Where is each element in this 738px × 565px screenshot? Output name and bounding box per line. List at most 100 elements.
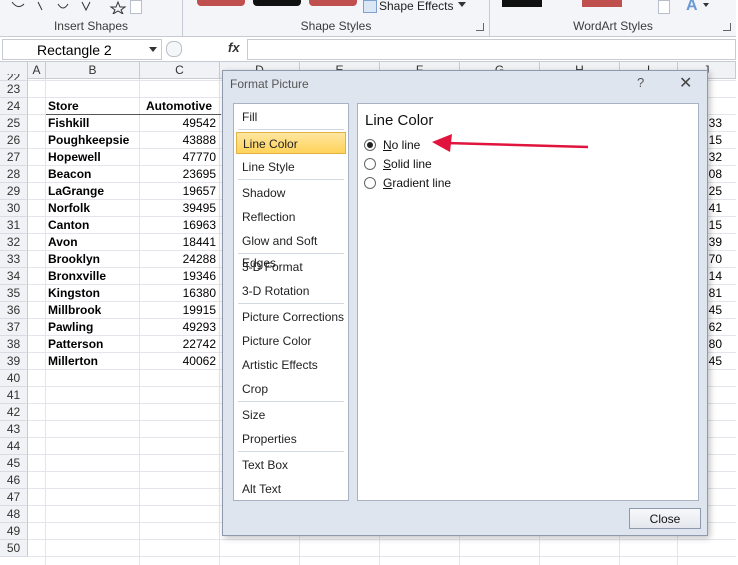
column-header-a[interactable]: A xyxy=(28,62,46,79)
clipped-value-cell[interactable]: 62 xyxy=(708,319,722,336)
store-cell[interactable]: Millbrook xyxy=(48,302,101,319)
automotive-cell[interactable]: 49542 xyxy=(140,115,216,132)
automotive-cell[interactable]: 22742 xyxy=(140,336,216,353)
clipped-value-cell[interactable]: 25 xyxy=(708,183,722,200)
clipped-value-cell[interactable]: 70 xyxy=(708,251,722,268)
nav-item-3-d-rotation[interactable]: 3-D Rotation xyxy=(236,280,346,302)
nav-item-size[interactable]: Size xyxy=(236,404,346,426)
store-cell[interactable]: Millerton xyxy=(48,353,98,370)
clipped-value-cell[interactable]: 15 xyxy=(708,132,722,149)
clipped-value-cell[interactable]: 33 xyxy=(708,115,722,132)
clipped-value-cell[interactable]: 81 xyxy=(708,285,722,302)
nav-item-alt-text[interactable]: Alt Text xyxy=(236,478,346,500)
row-header[interactable]: 35 xyxy=(0,285,28,302)
row-header[interactable]: 29 xyxy=(0,183,28,200)
no-line-radio[interactable] xyxy=(364,139,376,151)
row-header[interactable]: 36 xyxy=(0,302,28,319)
automotive-cell[interactable]: 18441 xyxy=(140,234,216,251)
shape-effects-button[interactable]: Shape Effects xyxy=(379,0,454,13)
clipped-value-cell[interactable]: 80 xyxy=(708,336,722,353)
clipped-value-cell[interactable]: 15 xyxy=(708,217,722,234)
row-header[interactable]: 40 xyxy=(0,370,28,387)
style-swatch-1[interactable] xyxy=(197,0,245,6)
row-header[interactable]: 22 xyxy=(0,74,28,81)
nav-item-3-d-format[interactable]: 3-D Format xyxy=(236,256,346,278)
automotive-cell[interactable]: 16963 xyxy=(140,217,216,234)
close-button[interactable]: Close xyxy=(629,508,701,529)
automotive-cell[interactable]: 47770 xyxy=(140,149,216,166)
automotive-cell[interactable]: 40062 xyxy=(140,353,216,370)
shapes-gallery-icon[interactable] xyxy=(8,0,148,14)
store-cell[interactable]: Avon xyxy=(48,234,78,251)
style-swatch-2[interactable] xyxy=(253,0,301,6)
row-header[interactable]: 41 xyxy=(0,387,28,404)
clipped-value-cell[interactable]: 14 xyxy=(708,268,722,285)
row-header[interactable]: 32 xyxy=(0,234,28,251)
row-header[interactable]: 24 xyxy=(0,98,28,115)
nav-item-glow-and-soft-edges[interactable]: Glow and Soft Edges xyxy=(236,230,346,270)
row-header[interactable]: 49 xyxy=(0,523,28,540)
nav-item-properties[interactable]: Properties xyxy=(236,428,346,450)
nav-item-crop[interactable]: Crop xyxy=(236,378,346,400)
gallery-scroll-icon[interactable] xyxy=(130,0,142,14)
nav-item-reflection[interactable]: Reflection xyxy=(236,206,346,228)
chevron-down-icon[interactable] xyxy=(703,3,709,7)
name-box[interactable]: Rectangle 2 xyxy=(2,39,162,60)
insert-function-icon[interactable]: fx xyxy=(228,40,240,55)
nav-item-line-color[interactable]: Line Color xyxy=(236,132,346,154)
automotive-cell[interactable]: 19346 xyxy=(140,268,216,285)
nav-item-text-box[interactable]: Text Box xyxy=(236,454,346,476)
clipped-value-cell[interactable]: 41 xyxy=(708,200,722,217)
nav-item-shadow[interactable]: Shadow xyxy=(236,182,346,204)
clipped-value-cell[interactable]: 45 xyxy=(708,353,722,370)
store-cell[interactable]: Fishkill xyxy=(48,115,89,132)
row-header[interactable]: 23 xyxy=(0,81,28,98)
store-cell[interactable]: Canton xyxy=(48,217,89,234)
style-swatch-3[interactable] xyxy=(309,0,357,6)
row-header[interactable]: 26 xyxy=(0,132,28,149)
row-header[interactable]: 46 xyxy=(0,472,28,489)
nav-item-artistic-effects[interactable]: Artistic Effects xyxy=(236,354,346,376)
row-header[interactable]: 50 xyxy=(0,540,28,557)
solid-line-radio[interactable] xyxy=(364,158,376,170)
row-header[interactable]: 43 xyxy=(0,421,28,438)
store-cell[interactable]: Kingston xyxy=(48,285,100,302)
row-header[interactable]: 33 xyxy=(0,251,28,268)
store-cell[interactable]: Patterson xyxy=(48,336,103,353)
row-header[interactable]: 42 xyxy=(0,404,28,421)
store-cell[interactable]: Brooklyn xyxy=(48,251,100,268)
automotive-cell[interactable]: 19915 xyxy=(140,302,216,319)
gallery-scroll-icon[interactable] xyxy=(658,0,670,14)
row-header[interactable]: 27 xyxy=(0,149,28,166)
help-icon[interactable]: ? xyxy=(637,75,644,90)
nav-item-fill[interactable]: Fill xyxy=(236,106,346,128)
column-header-c[interactable]: C xyxy=(140,62,220,79)
row-header[interactable]: 39 xyxy=(0,353,28,370)
clipped-value-cell[interactable]: 45 xyxy=(708,302,722,319)
solid-line-label[interactable]: Solid line xyxy=(383,157,432,171)
close-icon[interactable]: ✕ xyxy=(679,73,692,93)
automotive-cell[interactable]: 39495 xyxy=(140,200,216,217)
automotive-cell[interactable]: 16380 xyxy=(140,285,216,302)
gradient-line-radio[interactable] xyxy=(364,177,376,189)
row-header[interactable]: 34 xyxy=(0,268,28,285)
row-header[interactable]: 28 xyxy=(0,166,28,183)
automotive-cell[interactable]: 19657 xyxy=(140,183,216,200)
store-cell[interactable]: Beacon xyxy=(48,166,91,183)
nav-item-line-style[interactable]: Line Style xyxy=(236,156,346,178)
row-header[interactable]: 37 xyxy=(0,319,28,336)
store-cell[interactable]: Pawling xyxy=(48,319,93,336)
automotive-cell[interactable]: 24288 xyxy=(140,251,216,268)
nav-item-picture-corrections[interactable]: Picture Corrections xyxy=(236,306,346,328)
clipped-value-cell[interactable]: 32 xyxy=(708,149,722,166)
wordart-swatch-2[interactable] xyxy=(582,0,622,7)
store-cell[interactable]: LaGrange xyxy=(48,183,104,200)
dialog-launcher-icon[interactable] xyxy=(723,23,731,31)
automotive-cell[interactable]: 43888 xyxy=(140,132,216,149)
row-header[interactable]: 38 xyxy=(0,336,28,353)
automotive-cell[interactable]: 23695 xyxy=(140,166,216,183)
nav-item-picture-color[interactable]: Picture Color xyxy=(236,330,346,352)
row-header[interactable]: 31 xyxy=(0,217,28,234)
formula-input[interactable] xyxy=(247,39,736,60)
dialog-launcher-icon[interactable] xyxy=(476,23,484,31)
